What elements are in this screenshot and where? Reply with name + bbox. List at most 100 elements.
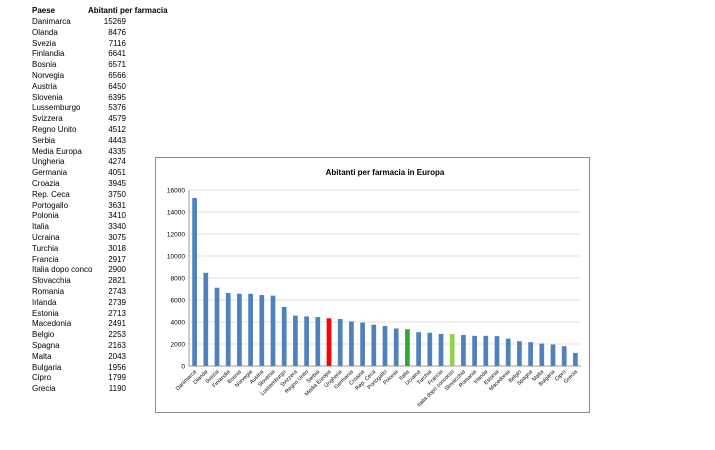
table-row: Serbia 4443 bbox=[32, 136, 172, 147]
row-value: 5376 bbox=[108, 103, 126, 113]
bar bbox=[192, 198, 197, 366]
row-value: 8476 bbox=[108, 27, 126, 37]
bar bbox=[472, 335, 477, 366]
row-country: Croazia bbox=[32, 178, 60, 188]
row-country: Portogallo bbox=[32, 200, 69, 210]
row-country: Serbia bbox=[32, 135, 56, 145]
bar bbox=[393, 328, 399, 366]
table-row: Media Europa 4335 bbox=[32, 147, 172, 158]
bar bbox=[528, 342, 533, 366]
bar-chart: Abitanti per farmacia in Europa 0 2000 4000… bbox=[167, 168, 581, 408]
table-row: Estonia 2713 bbox=[32, 309, 172, 320]
table-row: Cipro 1799 bbox=[32, 373, 172, 384]
row-country: Slovenia bbox=[32, 92, 63, 102]
table-row: Austria 6450 bbox=[32, 82, 172, 93]
bar bbox=[326, 318, 332, 366]
row-value: 4512 bbox=[108, 124, 126, 134]
table-row: Belgio 2253 bbox=[32, 330, 172, 341]
table-row: Croazia 3945 bbox=[32, 179, 172, 190]
row-country: Irlanda bbox=[32, 297, 57, 307]
row-country: Malta bbox=[32, 351, 52, 361]
row-country: Bulgaria bbox=[32, 362, 62, 372]
table-row: Francia 2917 bbox=[32, 255, 172, 266]
row-country: Spagna bbox=[32, 340, 60, 350]
row-value: 1956 bbox=[108, 362, 126, 372]
y-tick-label: 12000 bbox=[167, 231, 185, 238]
row-value: 2821 bbox=[108, 276, 126, 286]
row-value: 3631 bbox=[108, 200, 126, 210]
table-row: Regno Unito 4512 bbox=[32, 125, 172, 136]
table-row: Romania 2743 bbox=[32, 287, 172, 298]
row-value: 6566 bbox=[108, 70, 126, 80]
row-country: Francia bbox=[32, 254, 59, 264]
bar bbox=[337, 318, 343, 366]
y-tick-label: 8000 bbox=[171, 275, 186, 282]
table-row: Italia dopo conco 2900 bbox=[32, 265, 172, 276]
row-value: 3018 bbox=[108, 243, 126, 253]
bar bbox=[449, 334, 455, 366]
row-country: Lussemburgo bbox=[32, 103, 81, 113]
bar bbox=[517, 341, 522, 366]
table-row: Bulgaria 1956 bbox=[32, 363, 172, 374]
bar bbox=[349, 321, 354, 366]
row-country: Olanda bbox=[32, 27, 58, 37]
bar bbox=[259, 295, 265, 366]
row-country: Svizzera bbox=[32, 114, 63, 124]
table-row: Norvegia 6566 bbox=[32, 71, 172, 82]
bar bbox=[539, 343, 545, 366]
row-value: 2043 bbox=[108, 351, 126, 361]
bar bbox=[461, 334, 466, 366]
table-row: Spagna 2163 bbox=[32, 341, 172, 352]
bar bbox=[270, 295, 276, 366]
row-country: Rep. Ceca bbox=[32, 189, 70, 199]
y-tick-label: 4000 bbox=[171, 319, 186, 326]
row-value: 2491 bbox=[108, 319, 126, 329]
row-value: 6641 bbox=[108, 49, 126, 59]
row-value: 6395 bbox=[108, 92, 126, 102]
table-row: Macedonia 2491 bbox=[32, 319, 172, 330]
row-country: Macedonia bbox=[32, 319, 72, 329]
row-value: 7116 bbox=[108, 38, 126, 48]
row-country: Norvegia bbox=[32, 70, 65, 80]
x-tick-label: Grecia bbox=[563, 369, 579, 385]
table-header: Paese Abitanti per farmacia bbox=[32, 6, 172, 17]
bar bbox=[203, 272, 209, 366]
bar bbox=[550, 344, 556, 366]
row-country: Romania bbox=[32, 286, 65, 296]
y-tick-label: 0 bbox=[181, 363, 185, 370]
bar bbox=[405, 329, 410, 366]
header-paese: Paese bbox=[32, 6, 56, 15]
header-abitanti: Abitanti per farmacia bbox=[88, 6, 168, 15]
chart-container: Abitanti per farmacia in Europa 0 2000 4000… bbox=[155, 157, 590, 413]
table-row: Polonia 3410 bbox=[32, 211, 172, 222]
row-value: 3410 bbox=[108, 211, 126, 221]
row-country: Estonia bbox=[32, 308, 59, 318]
row-value: 3945 bbox=[108, 178, 126, 188]
y-tick-label: 16000 bbox=[167, 187, 185, 194]
table-row: Portogallo 3631 bbox=[32, 201, 172, 212]
table-row: Svezia 7116 bbox=[32, 39, 172, 50]
row-value: 2900 bbox=[108, 265, 126, 275]
row-value: 3340 bbox=[108, 222, 126, 232]
table-row: Bosnia 6571 bbox=[32, 60, 172, 71]
table-row: Grecia 1190 bbox=[32, 384, 172, 395]
row-country: Ucraina bbox=[32, 232, 60, 242]
bar bbox=[505, 338, 511, 366]
row-country: Danimarca bbox=[32, 17, 71, 26]
bar bbox=[360, 322, 365, 366]
row-country: Belgio bbox=[32, 330, 55, 340]
row-country: Turchia bbox=[32, 243, 59, 253]
table-row: Ucraina 3075 bbox=[32, 233, 172, 244]
table-row: Slovacchia 2821 bbox=[32, 276, 172, 287]
row-country: Finlandia bbox=[32, 49, 65, 59]
y-tick-label: 10000 bbox=[167, 253, 185, 260]
row-value: 2917 bbox=[108, 254, 126, 264]
table-body: Danimarca 15269 Olanda 8476 Svezia 7116 Finlan… bbox=[32, 17, 172, 395]
bar bbox=[281, 306, 287, 366]
row-value: 4335 bbox=[108, 146, 126, 156]
table-row: Germania 4051 bbox=[32, 168, 172, 179]
table-row: Irlanda 2739 bbox=[32, 298, 172, 309]
row-country: Ungheria bbox=[32, 157, 65, 167]
bar bbox=[382, 326, 388, 366]
table-row: Svizzera 4579 bbox=[32, 114, 172, 125]
